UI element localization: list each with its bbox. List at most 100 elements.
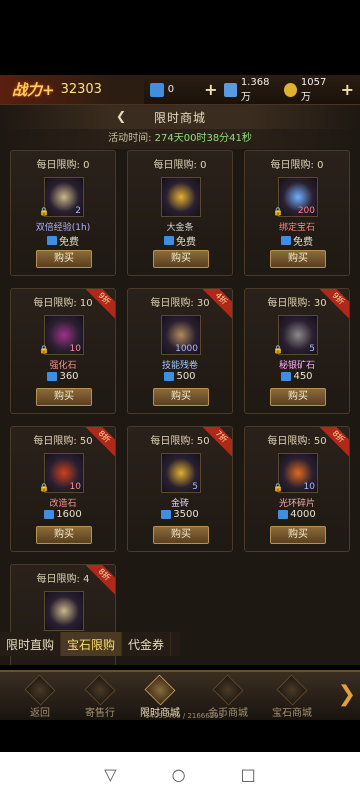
back-triangle-icon[interactable]: ▽ (104, 765, 116, 784)
coin-shop-icon (212, 674, 244, 706)
buy-button[interactable]: 购买 (270, 388, 326, 406)
item-count: 5 (309, 344, 315, 354)
item-name: 金砖 (170, 499, 189, 509)
mithril-ore-icon: 5 🔒 (273, 315, 318, 355)
buy-button[interactable]: 购买 (153, 526, 209, 544)
price-value: 450 (293, 371, 313, 382)
reforge-stone-icon: 10 🔒 (39, 453, 84, 493)
diamond-icon (164, 372, 175, 381)
back-icon (24, 674, 56, 706)
resource-bar: 战力+ 32303 0 + 1.368万 1057万 + (0, 75, 360, 105)
price-value: 免费 (293, 237, 313, 248)
price-value: 免费 (176, 237, 196, 248)
item-count: 5 (192, 482, 198, 492)
item-count: 10 (69, 344, 81, 354)
nav-gem-shop[interactable]: 宝石商城 (262, 674, 322, 720)
nav-label: 宝石商城 (272, 708, 312, 719)
price-value: 免费 (59, 237, 79, 248)
gold-counter: 1057万 (283, 76, 335, 103)
ticket-icon (149, 82, 164, 97)
diamond-icon (278, 510, 289, 519)
recents-square-icon[interactable]: □ (241, 765, 256, 784)
lock-icon: 🔒 (39, 207, 49, 216)
buy-button[interactable]: 购买 (36, 250, 92, 268)
player-id-readout: 14099460 / 21666293 (145, 712, 224, 720)
price-value: 1600 (56, 509, 82, 520)
buy-button[interactable]: 购买 (36, 388, 92, 406)
diamond-icon (164, 236, 174, 245)
shop-panel: ❮ 限时商城 活动时间: 274天00时38分41秒 每日限购: 0 2 🔒 双倍… (0, 105, 360, 665)
item-name: 光环碎片 (278, 499, 315, 509)
item-name: 技能残卷 (161, 361, 198, 371)
diamond-icon (44, 510, 55, 519)
price-value: 500 (176, 371, 196, 382)
nav-consignment[interactable]: 寄售行 (70, 674, 130, 720)
shop-item-card: 4折 每日限购: 30 1000 技能残卷 500 购买 (127, 288, 233, 414)
shop-item-card: 每日限购: 0 2 🔒 双倍经验(1h) 免费 购买 (10, 150, 116, 276)
tab-direct-purchase[interactable]: 限时直购 (0, 632, 62, 656)
power-value: 32303 (60, 82, 102, 97)
gem-shop-icon (276, 674, 308, 706)
shop-item-card: 每日限购: 0 大金条 免费 购买 (127, 150, 233, 276)
event-timer: 活动时间: 274天00时38分41秒 (0, 129, 360, 149)
item-price: 免费 (11, 233, 115, 248)
scroll-right-icon[interactable]: ❯ (338, 682, 356, 707)
price-value: 3500 (173, 509, 199, 520)
diamond-icon (281, 372, 292, 381)
shop-item-card: 8折 每日限购: 50 10 🔒 改造石 1600 购买 (10, 426, 116, 552)
add-gold-button[interactable]: + (341, 80, 354, 99)
lock-icon: 🔒 (273, 483, 283, 492)
shop-item-card: 9折 每日限购: 30 5 🔒 秘银矿石 450 购买 (244, 288, 350, 414)
lock-icon: 🔒 (39, 345, 49, 354)
price-value: 4000 (290, 509, 316, 520)
tab-voucher[interactable]: 代金券 (122, 632, 172, 656)
item-count: 1000 (175, 344, 198, 354)
aura-shard-icon: 10 🔒 (273, 453, 318, 493)
item-count: 10 (69, 482, 81, 492)
item-price: 500 (128, 371, 232, 382)
diamond-icon (47, 236, 57, 245)
home-circle-icon[interactable]: ○ (172, 765, 186, 784)
purchase-limit: 每日限购: 0 (36, 160, 90, 171)
add-ticket-button[interactable]: + (204, 80, 217, 99)
item-price: 免费 (128, 233, 232, 248)
nav-label: 返回 (30, 708, 50, 719)
shop-item-card: 7折 每日限购: 50 5 金砖 3500 购买 (127, 426, 233, 552)
buy-button[interactable]: 购买 (270, 526, 326, 544)
diamond-icon (281, 236, 291, 245)
combat-power: 战力+ 32303 (0, 75, 144, 104)
android-nav-bar: ▽ ○ □ (0, 752, 360, 796)
tab-gem-limited[interactable]: 宝石限购 (61, 632, 123, 656)
diamond-icon (47, 372, 58, 381)
power-label: 战力+ (12, 81, 55, 99)
item-price: 1600 (11, 509, 115, 520)
diamond-icon (223, 82, 237, 97)
item-price: 4000 (245, 509, 349, 520)
diamond-icon (161, 510, 172, 519)
item-name: 绑定宝石 (278, 223, 315, 233)
nav-back[interactable]: 返回 (10, 674, 70, 720)
item-price: 免费 (245, 233, 349, 248)
timer-label: 活动时间: (108, 133, 155, 144)
timer-value: 274天00时38分41秒 (154, 133, 252, 144)
buy-button[interactable]: 购买 (36, 526, 92, 544)
item-price: 450 (245, 371, 349, 382)
gold-value: 1057万 (300, 76, 327, 103)
item-price: 3500 (128, 509, 232, 520)
item-name: 大金条 (166, 223, 194, 233)
buy-button[interactable]: 购买 (153, 388, 209, 406)
lock-icon: 🔒 (273, 207, 283, 216)
shop-tabs: 限时直购 宝石限购 代金券 (0, 632, 180, 656)
item-count: 10 (303, 482, 315, 492)
buy-button[interactable]: 购买 (153, 250, 209, 268)
title-ornament-icon: ❮ (116, 109, 128, 123)
item-name: 秘银矿石 (278, 361, 315, 371)
ticket-value: 0 (167, 84, 175, 95)
item-name: 双倍经验(1h) (35, 223, 91, 233)
shop-item-card: 8折 每日限购: 50 10 🔒 光环碎片 4000 购买 (244, 426, 350, 552)
gold-coin-icon (283, 82, 297, 97)
purchase-limit: 每日限购: 0 (270, 160, 324, 171)
item-name: 改造石 (49, 499, 77, 509)
buy-button[interactable]: 购买 (270, 250, 326, 268)
shop-title-bar: ❮ 限时商城 (0, 105, 360, 129)
